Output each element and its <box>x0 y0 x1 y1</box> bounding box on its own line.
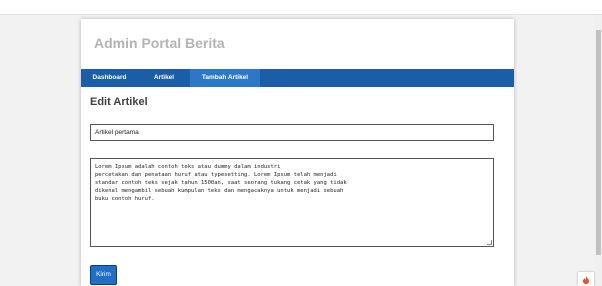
main-navigation: Dashboard Artikel Tambah Artikel <box>81 69 514 87</box>
admin-card: Admin Portal Berita Dashboard Artikel Ta… <box>81 19 514 286</box>
brand-title: Admin Portal Berita <box>94 35 225 51</box>
flame-icon <box>583 276 589 284</box>
content-textarea-value: Lorem Ipsum adalah contoh teks atau dumm… <box>95 164 347 202</box>
page-scrollbar[interactable] <box>595 15 602 286</box>
title-input[interactable]: Artikel pertama <box>90 124 494 141</box>
floating-widget[interactable] <box>578 272 594 286</box>
nav-item-tambah-artikel[interactable]: Tambah Artikel <box>190 69 260 87</box>
resize-handle-icon[interactable] <box>487 240 492 245</box>
browser-top-strip <box>0 0 602 15</box>
nav-item-artikel[interactable]: Artikel <box>138 69 190 87</box>
title-input-value: Artikel pertama <box>95 129 139 136</box>
submit-button[interactable]: Kirim <box>90 265 117 285</box>
nav-item-dashboard[interactable]: Dashboard <box>81 69 138 87</box>
page-heading: Edit Artikel <box>90 96 148 108</box>
content-textarea[interactable]: Lorem Ipsum adalah contoh teks atau dumm… <box>90 158 494 247</box>
scrollbar-thumb[interactable] <box>596 30 601 255</box>
